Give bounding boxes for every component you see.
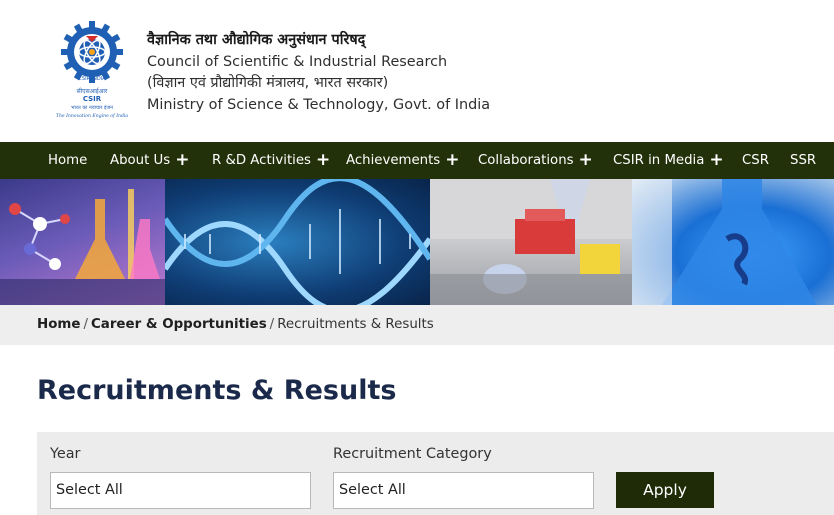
nav-item-label: About Us xyxy=(110,153,171,168)
logo-english-name: CSIR xyxy=(83,95,102,103)
nav-item-collaborations[interactable]: Collaborations + xyxy=(478,142,593,179)
breadcrumb-separator: / xyxy=(269,317,275,332)
logo-english-tagline: The Innovation Engine of India xyxy=(56,113,129,119)
year-label: Year xyxy=(50,446,81,462)
org-titles: वैज्ञानिक तथा औद्योगिक अनुसंधान परिषद् C… xyxy=(147,30,490,116)
site-header: CSIR-INDIA सीएसआईआर CSIR भारत का नवाचार … xyxy=(0,0,834,142)
banner-image-flask xyxy=(632,179,834,305)
main-navbar: Home About Us + R &D Activities + Achievem… xyxy=(0,142,834,179)
nav-item-rd-activities[interactable]: R &D Activities + xyxy=(212,142,330,179)
nav-item-csir-in-media[interactable]: CSIR in Media + xyxy=(613,142,724,179)
banner-image-chemistry xyxy=(0,179,165,305)
nav-item-label: SSR xyxy=(790,153,817,168)
nav-item-label: CSR xyxy=(742,153,769,168)
filter-panel: Year Select All Recruitment Category Sel… xyxy=(37,432,834,515)
logo-badge-text: CSIR-INDIA xyxy=(78,76,106,82)
breadcrumb-separator: / xyxy=(83,317,88,332)
banner-image-dna xyxy=(165,179,430,305)
ministry-english: Ministry of Science & Technology, Govt. … xyxy=(147,96,491,113)
org-hindi-title: वैज्ञानिक तथा औद्योगिक अनुसंधान परिषद् xyxy=(147,32,366,48)
plus-icon: + xyxy=(709,150,724,170)
banner-image-lab-pipette xyxy=(430,179,632,305)
hero-banner xyxy=(0,179,834,305)
year-select[interactable]: Select All xyxy=(50,472,311,509)
plus-icon: + xyxy=(578,150,593,170)
nav-item-label: Achievements xyxy=(346,153,441,168)
nav-item-label: R &D Activities xyxy=(212,153,311,168)
page-title: Recruitments & Results xyxy=(37,375,397,406)
nav-item-about-us[interactable]: About Us + xyxy=(110,142,189,179)
nav-item-label: Collaborations xyxy=(478,153,574,168)
plus-icon: + xyxy=(445,150,460,170)
nav-item-csr[interactable]: CSR xyxy=(742,142,769,179)
org-english-title: Council of Scientific & Industrial Resea… xyxy=(147,53,448,70)
logo-hindi-name: सीएसआईआर xyxy=(77,87,108,95)
breadcrumb-career[interactable]: Career & Opportunities xyxy=(91,317,267,332)
nav-item-ssr[interactable]: SSR xyxy=(790,142,816,179)
breadcrumb-current: Recruitments & Results xyxy=(277,317,434,332)
category-select[interactable]: Select All xyxy=(333,472,594,509)
ministry-hindi: (विज्ञान एवं प्रौद्योगिकी मंत्रालय, भारत… xyxy=(147,75,389,91)
logo-hindi-tagline: भारत का नवाचार इंजन xyxy=(71,104,113,111)
nav-item-achievements[interactable]: Achievements + xyxy=(346,142,459,179)
apply-button[interactable]: Apply xyxy=(616,472,714,508)
nav-item-label: CSIR in Media xyxy=(613,153,705,168)
breadcrumb-home[interactable]: Home xyxy=(37,317,80,332)
nav-item-label: Home xyxy=(48,153,88,168)
category-label: Recruitment Category xyxy=(333,446,492,462)
csir-logo[interactable]: CSIR-INDIA सीएसआईआर CSIR भारत का नवाचार … xyxy=(55,20,129,122)
nav-item-home[interactable]: Home xyxy=(48,142,87,179)
plus-icon: + xyxy=(315,150,331,170)
breadcrumb: Home / Career & Opportunities / Recruitments… xyxy=(0,305,834,345)
plus-icon: + xyxy=(175,150,190,170)
